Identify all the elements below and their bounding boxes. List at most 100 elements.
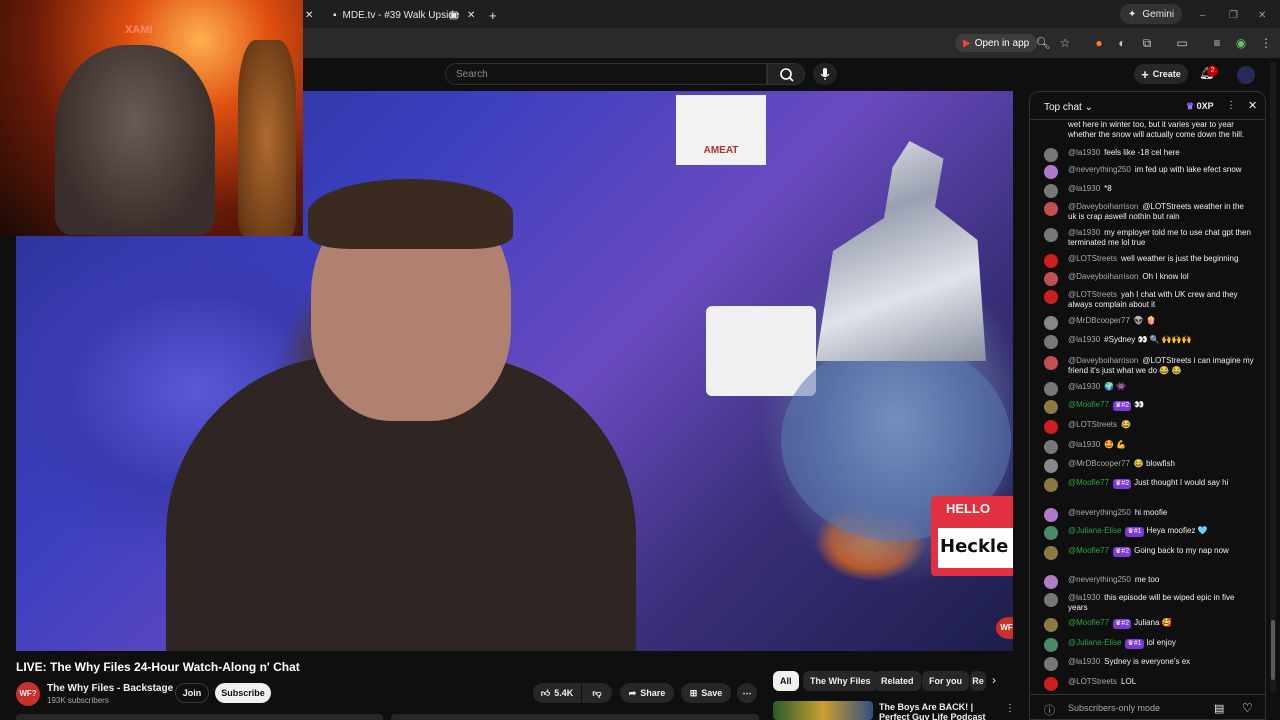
recommendation-title[interactable]: The Boys Are BACK! | Perfect Guy Life Po… xyxy=(879,702,994,720)
chat-author-name[interactable]: @Juliana-Elise xyxy=(1068,638,1121,647)
open-in-app-button[interactable]: ▶ Open in app xyxy=(955,34,1038,52)
chat-author-avatar[interactable] xyxy=(1044,400,1058,414)
tab-close-icon-2[interactable]: ✕ xyxy=(467,4,475,26)
chat-author-avatar[interactable] xyxy=(1044,228,1058,242)
share-button[interactable]: ➦ Share xyxy=(620,683,674,703)
puzzle-icon[interactable]: ⧉ xyxy=(1138,34,1156,52)
chat-author-avatar[interactable] xyxy=(1044,546,1058,560)
extension-2-icon[interactable]: ◐ xyxy=(1113,34,1131,52)
chat-author-avatar[interactable] xyxy=(1044,254,1058,268)
chat-author-avatar[interactable] xyxy=(1044,382,1058,396)
heart-icon[interactable]: ♡ xyxy=(1242,701,1253,715)
chat-menu-icon[interactable]: ⋮ xyxy=(1226,100,1236,111)
chat-author-name[interactable]: @la1930 xyxy=(1068,440,1100,449)
channel-name[interactable]: The Why Files - Backstage xyxy=(47,683,173,694)
chat-author-name[interactable]: @la1930 xyxy=(1068,184,1100,193)
chat-author-avatar[interactable] xyxy=(1044,148,1058,162)
chat-author-avatar[interactable] xyxy=(1044,657,1058,671)
chat-author-name[interactable]: @Daveyboiharrison xyxy=(1068,202,1138,211)
tab-media-icon[interactable]: ▣ xyxy=(449,4,458,26)
page-scrollbar[interactable] xyxy=(1270,62,1276,692)
chat-author-avatar[interactable] xyxy=(1044,420,1058,434)
zoom-icon[interactable]: 🔍︎ xyxy=(1034,34,1052,52)
chat-author-avatar[interactable] xyxy=(1044,593,1058,607)
chat-author-avatar[interactable] xyxy=(1044,165,1058,179)
chat-author-name[interactable]: @la1930 xyxy=(1068,657,1100,666)
chat-author-name[interactable]: @neverything250 xyxy=(1068,575,1131,584)
gemini-button[interactable]: ✦ Gemini xyxy=(1120,4,1183,24)
xp-indicator[interactable]: ♛ 0XP xyxy=(1186,101,1214,112)
new-tab-button[interactable]: + xyxy=(489,4,497,26)
chat-author-avatar[interactable] xyxy=(1044,638,1058,652)
window-close-icon[interactable]: ✕ xyxy=(1258,4,1266,26)
chat-author-name[interactable]: @LOTStreets xyxy=(1068,677,1117,686)
page-scrollbar-thumb[interactable] xyxy=(1271,620,1275,680)
channel-avatar[interactable]: WF? xyxy=(16,682,40,706)
bookmark-star-icon[interactable]: ☆ xyxy=(1056,34,1074,52)
account-avatar[interactable] xyxy=(1237,66,1255,84)
chat-author-avatar[interactable] xyxy=(1044,184,1058,198)
chat-author-name[interactable]: @la1930 xyxy=(1068,593,1100,602)
chat-author-name[interactable]: @neverything250 xyxy=(1068,165,1131,174)
maximize-icon[interactable]: ❐ xyxy=(1229,4,1238,26)
browser-tab-active[interactable]: ▪ MDE.tv - #39 Walk Upside xyxy=(333,4,463,26)
search-input[interactable]: Search xyxy=(445,63,767,85)
chip-for-you[interactable]: For you xyxy=(922,671,969,691)
chat-author-name[interactable]: @MrDBcooper77 xyxy=(1068,459,1130,468)
chat-author-name[interactable]: @Daveyboiharrison xyxy=(1068,356,1138,365)
chat-author-avatar[interactable] xyxy=(1044,618,1058,632)
chat-author-name[interactable]: @LOTStreets xyxy=(1068,420,1117,429)
chat-author-name[interactable]: @MrDBcooper77 xyxy=(1068,316,1130,325)
chat-author-avatar[interactable] xyxy=(1044,316,1058,330)
chat-author-name[interactable]: @Moofie77 xyxy=(1068,546,1109,555)
chip-related[interactable]: Related xyxy=(874,671,921,691)
chat-mode-dropdown[interactable]: Top chat ⌄ xyxy=(1044,102,1093,113)
chat-author-name[interactable]: @Daveyboiharrison xyxy=(1068,272,1138,281)
chat-author-avatar[interactable] xyxy=(1044,290,1058,304)
chat-author-avatar[interactable] xyxy=(1044,575,1058,589)
chat-author-avatar[interactable] xyxy=(1044,440,1058,454)
create-button[interactable]: + Create xyxy=(1134,64,1188,84)
chat-author-name[interactable]: @Moofie77 xyxy=(1068,478,1109,487)
save-button[interactable]: ⊞ Save xyxy=(681,683,731,703)
cash-icon[interactable]: ▤ xyxy=(1214,702,1224,715)
chat-author-avatar[interactable] xyxy=(1044,526,1058,540)
dislike-button[interactable]: 👎︎ xyxy=(582,683,612,703)
more-actions-button[interactable]: ⋯ xyxy=(737,683,757,703)
chip-truncated[interactable]: Re xyxy=(970,671,986,691)
chat-author-avatar[interactable] xyxy=(1044,478,1058,492)
chat-author-name[interactable]: @Juliana-Elise xyxy=(1068,526,1121,535)
subscribe-button[interactable]: Subscribe xyxy=(215,683,271,703)
menu-dots-icon[interactable]: ⋮ xyxy=(1257,34,1275,52)
chat-author-avatar[interactable] xyxy=(1044,335,1058,349)
chevron-right-icon[interactable]: › xyxy=(992,673,996,687)
voice-search-button[interactable] xyxy=(813,63,837,85)
chat-author-avatar[interactable] xyxy=(1044,202,1058,216)
chat-author-name[interactable]: @Moofie77 xyxy=(1068,618,1109,627)
profile-icon[interactable]: ◉ xyxy=(1232,34,1250,52)
chip-all[interactable]: All xyxy=(773,671,799,691)
chat-author-avatar[interactable] xyxy=(1044,356,1058,370)
search-button[interactable] xyxy=(767,63,805,85)
chat-author-avatar[interactable] xyxy=(1044,508,1058,522)
tab-close-icon[interactable]: ✕ xyxy=(305,4,313,26)
chat-author-avatar[interactable] xyxy=(1044,459,1058,473)
cast-icon[interactable]: ▭ xyxy=(1173,34,1191,52)
recommendation-menu-icon[interactable]: ⋮ xyxy=(1005,703,1015,714)
chat-author-name[interactable]: @neverything250 xyxy=(1068,508,1131,517)
chat-author-name[interactable]: @la1930 xyxy=(1068,148,1100,157)
chat-author-name[interactable]: @la1930 xyxy=(1068,382,1100,391)
media-control-icon[interactable]: ≡ xyxy=(1208,34,1226,52)
chat-author-avatar[interactable] xyxy=(1044,677,1058,691)
info-icon[interactable]: ⓘ xyxy=(1044,702,1055,718)
chat-close-icon[interactable]: ✕ xyxy=(1248,99,1257,112)
join-button[interactable]: Join xyxy=(175,683,209,703)
chat-author-name[interactable]: @la1930 xyxy=(1068,228,1100,237)
chat-author-name[interactable]: @Moofie77 xyxy=(1068,400,1109,409)
like-button[interactable]: 👍︎ 5.4K xyxy=(533,683,581,703)
chip-the-why-files[interactable]: The Why Files xyxy=(803,671,878,691)
extension-icon[interactable]: ● xyxy=(1090,34,1108,52)
chat-author-name[interactable]: @LOTStreets xyxy=(1068,254,1117,263)
chat-author-avatar[interactable] xyxy=(1044,272,1058,286)
recommendation-thumbnail[interactable] xyxy=(773,701,873,720)
